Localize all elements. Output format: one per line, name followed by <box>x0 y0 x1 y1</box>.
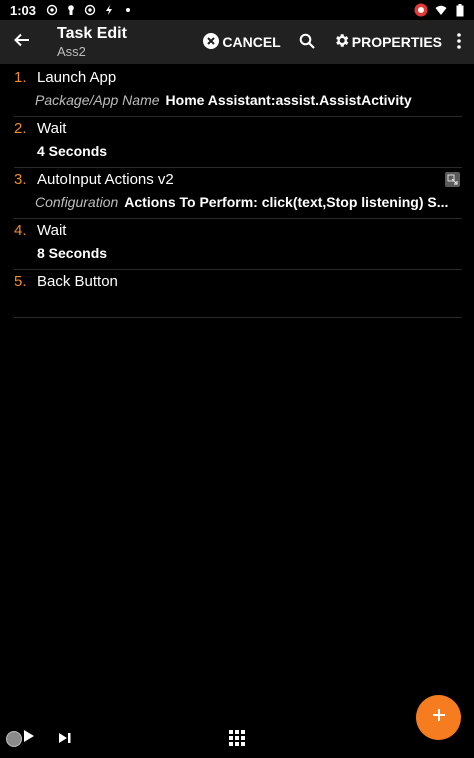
status-bar: 1:03 <box>0 0 474 20</box>
detail-label: Package/App Name <box>35 92 160 108</box>
action-row-wait-2[interactable]: 4. Wait 8 Seconds <box>14 219 462 270</box>
action-header: 2. Wait <box>14 120 66 138</box>
target-icon <box>46 4 58 16</box>
action-header: 4. Wait <box>14 222 66 240</box>
apps-grid-button[interactable] <box>229 730 245 751</box>
action-number: 4. <box>14 222 27 239</box>
status-time: 1:03 <box>10 2 37 18</box>
detail-value: Actions To Perform: click(text,Stop list… <box>124 194 449 210</box>
action-name: AutoInput Actions v2 <box>37 171 174 188</box>
action-number: 3. <box>14 171 27 188</box>
step-button[interactable] <box>58 731 72 749</box>
action-detail: 8 Seconds <box>37 245 464 262</box>
properties-label: PROPERTIES <box>351 34 442 50</box>
action-name: Wait <box>37 120 67 137</box>
more-options-button[interactable] <box>450 20 468 64</box>
arrow-left-icon <box>13 31 31 54</box>
battery-icon <box>454 3 466 16</box>
action-header: 5. Back Button <box>14 273 118 291</box>
search-button[interactable] <box>295 20 319 64</box>
back-button[interactable] <box>0 20 44 64</box>
action-name: Launch App <box>37 69 117 86</box>
status-left: 1:03 <box>10 3 134 18</box>
action-number: 5. <box>14 273 27 290</box>
action-number: 1. <box>14 69 27 86</box>
flash-icon <box>103 4 115 16</box>
action-detail: 4 Seconds <box>37 143 464 160</box>
cancel-button[interactable]: CANCEL <box>203 20 281 64</box>
status-right <box>414 3 466 17</box>
detail-label: Configuration <box>35 194 119 210</box>
action-row-back-button[interactable]: 5. Back Button <box>14 270 462 318</box>
play-icon <box>23 729 35 748</box>
detail-value: 8 Seconds <box>37 245 108 261</box>
action-list: 1. Launch App Package/App Name Home Assis… <box>14 66 462 318</box>
app-bar-actions: CANCEL PROPERTIES <box>203 20 468 64</box>
title-block: Task Edit Ass2 <box>57 24 127 60</box>
task-name: Ass2 <box>57 44 86 59</box>
target-icon-2 <box>84 4 96 16</box>
action-header: 1. Launch App <box>14 69 116 87</box>
cancel-label: CANCEL <box>222 34 281 50</box>
more-vertical-icon <box>457 32 461 52</box>
play-task-button[interactable] <box>6 729 35 748</box>
keyhole-icon <box>65 4 77 16</box>
detail-value: 4 Seconds <box>37 143 108 159</box>
action-number: 2. <box>14 120 27 137</box>
action-detail: Package/App Name Home Assistant:assist.As… <box>35 92 462 109</box>
action-detail: Configuration Actions To Perform: click(t… <box>35 194 462 211</box>
record-icon <box>414 3 428 17</box>
run-indicator <box>6 730 22 747</box>
app-bar: Task Edit Ass2 CANCEL PROPERTIES <box>0 20 474 64</box>
close-circle-icon <box>203 32 222 52</box>
page-title: Task Edit <box>57 25 127 42</box>
action-name: Back Button <box>37 273 118 290</box>
action-row-wait-1[interactable]: 2. Wait 4 Seconds <box>14 117 462 168</box>
search-icon <box>299 33 315 52</box>
dot-icon <box>122 4 134 16</box>
bottom-controls <box>0 726 474 754</box>
action-name: Wait <box>37 222 67 239</box>
plus-icon <box>432 708 446 727</box>
gear-icon <box>333 32 352 52</box>
properties-button[interactable]: PROPERTIES <box>333 20 442 64</box>
skip-next-icon <box>58 731 72 748</box>
grid-icon <box>229 730 245 750</box>
action-row-launch-app[interactable]: 1. Launch App Package/App Name Home Assis… <box>14 66 462 117</box>
action-header: 3. AutoInput Actions v2 <box>14 171 174 189</box>
plugin-icon <box>445 172 460 187</box>
wifi-icon <box>435 4 447 16</box>
action-row-autoinput[interactable]: 3. AutoInput Actions v2 Configuration Act… <box>14 168 462 219</box>
detail-value: Home Assistant:assist.AssistActivity <box>165 92 412 108</box>
